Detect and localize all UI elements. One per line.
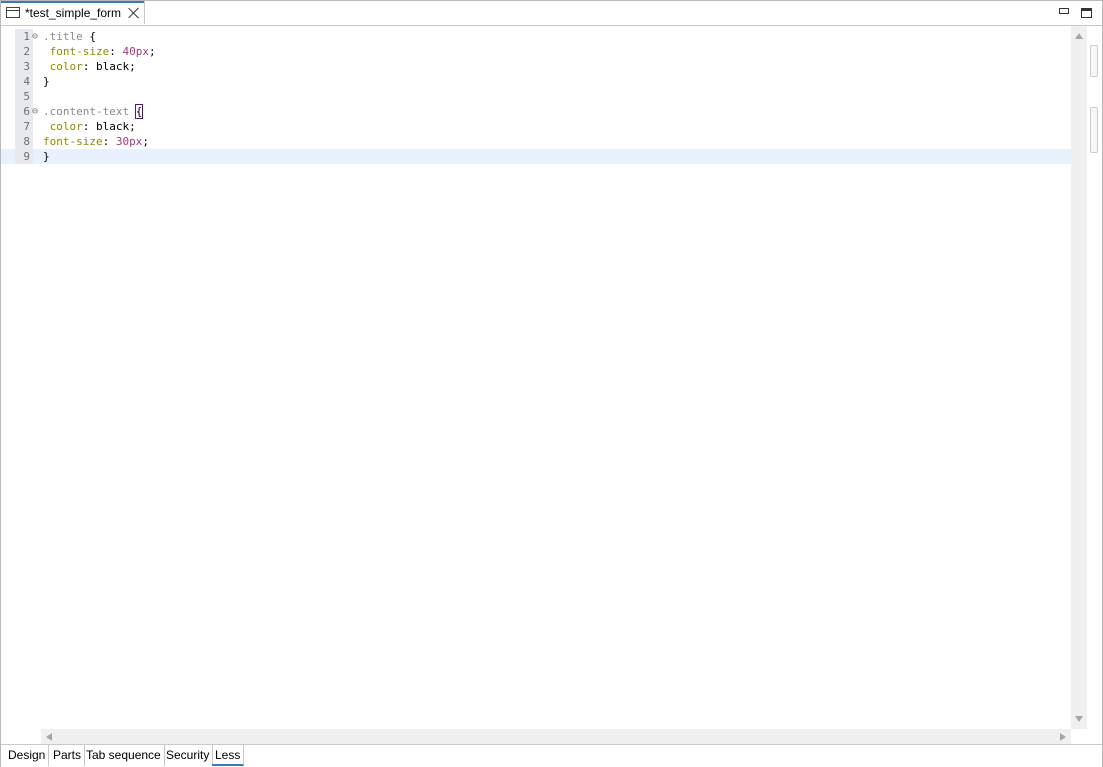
code-text: color: black; — [43, 119, 136, 134]
matching-bracket: { — [134, 104, 144, 119]
line-number: 4 — [15, 74, 33, 89]
code-line[interactable]: 7 color: black; — [1, 119, 1071, 134]
code-token: ; — [148, 45, 156, 58]
editor-tab-title: *test_simple_form — [25, 5, 122, 20]
code-token: color — [43, 60, 83, 73]
code-text: } — [43, 149, 50, 164]
code-line[interactable]: 1 ⊖ .title { — [1, 29, 1071, 44]
code-token: : black; — [82, 120, 136, 133]
minimize-icon[interactable] — [1059, 8, 1069, 14]
fold-toggle-icon[interactable]: ⊖ — [32, 29, 42, 44]
editor-tab[interactable]: *test_simple_form — [1, 1, 145, 24]
code-line[interactable]: 4} — [1, 74, 1071, 89]
page-tab-tab-sequence[interactable]: Tab sequence — [83, 745, 165, 766]
code-line[interactable]: 9} — [1, 149, 1071, 164]
horizontal-scrollbar[interactable] — [41, 729, 1071, 744]
code-line[interactable]: 2 font-size: 40px; — [1, 44, 1071, 59]
maximize-icon[interactable] — [1081, 8, 1092, 18]
line-number: 2 — [15, 44, 33, 59]
line-number: 5 — [15, 89, 33, 104]
code-line[interactable]: 6 ⊖ .content-text { — [1, 104, 1071, 119]
code-text: } — [43, 74, 50, 89]
line-number: 1 — [15, 29, 33, 44]
editor-window: *test_simple_form 1 ⊖ .title {2 font-size:… — [0, 0, 1103, 767]
vertical-scrollbar[interactable] — [1071, 26, 1087, 729]
code-editor[interactable]: 1 ⊖ .title {2 font-size: 40px; 3 color: bla… — [1, 26, 1071, 729]
code-line[interactable]: 3 color: black; — [1, 59, 1071, 74]
form-file-icon — [6, 7, 20, 18]
code-token: .title — [43, 30, 83, 43]
page-tab-bar: Design Parts Tab sequence Security Less — [1, 744, 1102, 767]
code-text: font-size: 40px; — [43, 44, 156, 59]
code-text: font-size: 30px; — [43, 134, 149, 149]
page-tab-security[interactable]: Security — [163, 745, 214, 766]
scroll-right-arrow-icon[interactable] — [1060, 733, 1066, 741]
code-token: 30px — [115, 135, 143, 148]
code-line[interactable]: 5 — [1, 89, 1071, 104]
scroll-down-arrow-icon[interactable] — [1075, 716, 1083, 722]
code-text: .content-text { — [43, 104, 144, 119]
code-token: } — [43, 75, 50, 88]
scroll-left-arrow-icon[interactable] — [46, 733, 52, 741]
code-token: .content-text — [43, 105, 130, 118]
code-line[interactable]: 8 font-size: 30px; — [1, 134, 1071, 149]
editor-tab-bar: *test_simple_form — [1, 1, 1102, 26]
scroll-up-arrow-icon[interactable] — [1075, 33, 1083, 39]
code-token: : — [109, 45, 123, 58]
code-token: color — [43, 120, 83, 133]
code-token: font-size — [43, 135, 103, 148]
code-token: ; — [142, 135, 149, 148]
line-number: 9 — [15, 149, 33, 164]
page-tab-design[interactable]: Design — [5, 745, 50, 766]
code-token: { — [82, 30, 96, 43]
overview-ruler-marker[interactable] — [1090, 45, 1098, 77]
code-text: color: black; — [43, 59, 136, 74]
line-number: 6 — [15, 104, 33, 119]
code-text: .title { — [43, 29, 96, 44]
code-token: } — [43, 150, 50, 163]
page-tab-parts[interactable]: Parts — [50, 745, 86, 766]
code-token: 40px — [122, 45, 149, 58]
line-number: 7 — [15, 119, 33, 134]
code-token: : black; — [82, 60, 136, 73]
close-icon[interactable] — [128, 7, 140, 19]
page-tab-less[interactable]: Less — [212, 745, 245, 766]
code-token: font-size — [43, 45, 110, 58]
overview-ruler-marker[interactable] — [1090, 107, 1098, 153]
fold-toggle-icon[interactable]: ⊖ — [32, 104, 42, 119]
code-token: : — [102, 135, 116, 148]
line-number: 8 — [15, 134, 33, 149]
line-number: 3 — [15, 59, 33, 74]
